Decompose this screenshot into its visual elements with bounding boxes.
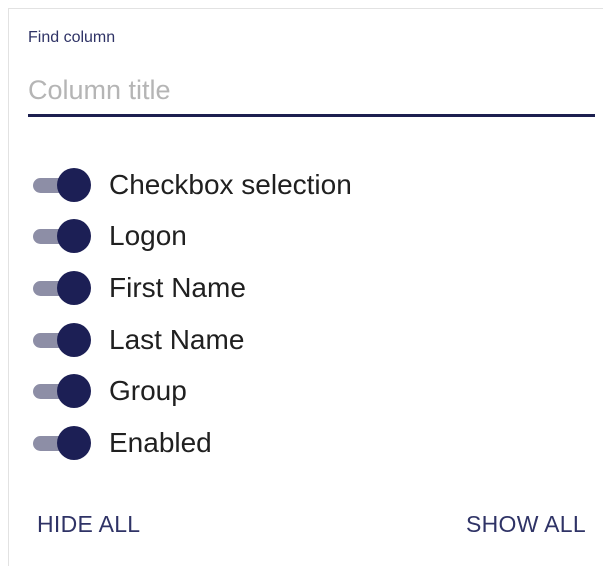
column-toggle-row-logon[interactable]: Logon	[33, 211, 352, 263]
toggle-switch[interactable]	[33, 270, 93, 306]
column-toggle-row-first-name[interactable]: First Name	[33, 262, 352, 314]
toggle-knob	[57, 322, 91, 357]
toggle-switch[interactable]	[33, 322, 93, 358]
column-toggle-row-group[interactable]: Group	[33, 365, 352, 417]
column-label: First Name	[109, 271, 246, 303]
column-toggle-list: Checkbox selection Logon First Name Last…	[33, 159, 352, 469]
column-label: Logon	[109, 220, 187, 252]
find-column-label: Find column	[28, 29, 116, 46]
column-label: Enabled	[109, 426, 212, 458]
toggle-switch[interactable]	[33, 167, 93, 203]
toggle-knob	[57, 374, 91, 409]
toggle-switch[interactable]	[33, 218, 93, 254]
column-label: Group	[109, 375, 187, 407]
hide-all-button[interactable]: HIDE ALL	[37, 511, 140, 538]
column-search-input[interactable]	[28, 67, 595, 117]
toggle-knob	[57, 219, 91, 254]
column-toggle-row-enabled[interactable]: Enabled	[33, 417, 352, 469]
toggle-knob	[57, 270, 91, 305]
toggle-switch[interactable]	[33, 373, 93, 409]
show-all-button[interactable]: SHOW ALL	[466, 511, 586, 538]
column-label: Last Name	[109, 323, 245, 355]
column-chooser-panel: Find column Checkbox selection Logon Fir…	[8, 8, 603, 566]
column-toggle-row-last-name[interactable]: Last Name	[33, 314, 352, 366]
toggle-switch[interactable]	[33, 425, 93, 461]
toggle-knob	[57, 167, 91, 202]
column-label: Checkbox selection	[109, 168, 352, 200]
toggle-knob	[57, 425, 91, 460]
column-toggle-row-checkbox-selection[interactable]: Checkbox selection	[33, 159, 352, 211]
